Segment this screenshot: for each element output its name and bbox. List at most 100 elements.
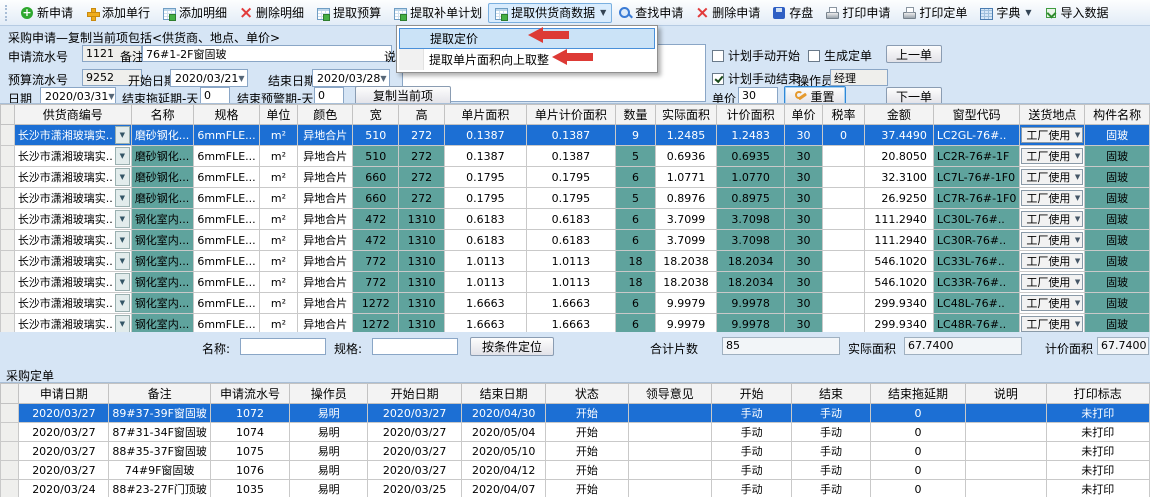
cell[interactable]: 6mmFLE...	[194, 272, 259, 293]
chevron-down-icon[interactable]: ▼	[115, 273, 130, 291]
column-header[interactable]: 构件名称	[1085, 105, 1150, 125]
cell[interactable]: 0.1795	[445, 167, 527, 188]
table-row[interactable]: 长沙市潇湘玻璃实..▼钢化室内...6mmFLE...m²异地合片4721310…	[1, 230, 1150, 251]
cell[interactable]: 0.1387	[526, 146, 615, 167]
table-row[interactable]: 长沙市潇湘玻璃实..▼钢化室内...6mmFLE...m²异地合片7721310…	[1, 251, 1150, 272]
chevron-down-icon[interactable]: ▼	[115, 147, 130, 165]
cell[interactable]: 固玻	[1085, 293, 1150, 314]
cell[interactable]: 钢化室内...	[131, 230, 194, 251]
row-indicator[interactable]	[1, 188, 15, 209]
toolbar-button-add-row[interactable]: 添加单行	[79, 3, 156, 23]
cell[interactable]: 0.1387	[445, 146, 527, 167]
toolbar-button-print-order[interactable]: 打印定单	[896, 3, 973, 23]
cell[interactable]: 6mmFLE...	[194, 209, 259, 230]
chevron-down-icon[interactable]: ▼	[600, 8, 606, 17]
cell[interactable]: 磨砂钢化...	[131, 167, 194, 188]
cell[interactable]: 0.1795	[526, 188, 615, 209]
cell[interactable]: 1.0771	[655, 167, 716, 188]
column-header[interactable]: 开始日期	[368, 384, 462, 404]
cell[interactable]: 546.1020	[864, 251, 933, 272]
column-header[interactable]: 税率	[822, 105, 864, 125]
row-indicator[interactable]	[1, 167, 15, 188]
cell[interactable]: 异地合片	[298, 209, 353, 230]
cell[interactable]	[822, 167, 864, 188]
cell[interactable]: 易明	[290, 442, 368, 461]
cell[interactable]: 手动	[792, 423, 870, 442]
column-header[interactable]: 备注	[109, 384, 211, 404]
column-header[interactable]: 供货商编号	[14, 105, 131, 125]
cell[interactable]: 0.6936	[655, 146, 716, 167]
cell[interactable]: 6mmFLE...	[194, 188, 259, 209]
cell[interactable]: 9.9978	[717, 293, 785, 314]
cell[interactable]: 长沙市潇湘玻璃实..▼	[14, 146, 131, 167]
cell[interactable]: 772	[353, 251, 399, 272]
cell[interactable]: 74#9F窗固玻	[109, 461, 211, 480]
row-indicator[interactable]	[1, 404, 19, 423]
cell[interactable]: LC48L-76#..	[933, 293, 1019, 314]
chevron-down-icon[interactable]: ▼	[1075, 173, 1080, 181]
toolbar-button-dictionary[interactable]: 字典▼	[973, 3, 1037, 23]
toolbar-button-extract-supplement-plan[interactable]: 提取补单计划	[387, 3, 488, 23]
column-header[interactable]: 申请流水号	[210, 384, 289, 404]
cell[interactable]: 手动	[711, 404, 791, 423]
cell[interactable]: 1.0113	[445, 251, 527, 272]
cell[interactable]: 异地合片	[298, 272, 353, 293]
cell[interactable]: 固玻	[1085, 167, 1150, 188]
cell[interactable]: 6mmFLE...	[194, 293, 259, 314]
column-header[interactable]: 申请日期	[19, 384, 109, 404]
cell[interactable]: m²	[259, 272, 298, 293]
delivery-combo[interactable]: 工厂使用▼	[1021, 211, 1083, 227]
delivery-combo[interactable]: 工厂使用▼	[1021, 253, 1083, 269]
table-row[interactable]: 2020/03/2788#35-37F窗固玻1075易明2020/03/2720…	[1, 442, 1150, 461]
row-indicator[interactable]	[1, 461, 19, 480]
cell[interactable]: 开始	[546, 404, 628, 423]
chevron-down-icon[interactable]: ▼	[238, 74, 244, 83]
cell[interactable]: 88#23-27F门顶玻	[109, 480, 211, 497]
cell[interactable]: 89#37-39F窗固玻	[109, 404, 211, 423]
cell[interactable]: 0.8975	[717, 188, 785, 209]
cell[interactable]: 272	[399, 125, 445, 146]
cell[interactable]: 88#35-37F窗固玻	[109, 442, 211, 461]
column-header[interactable]: 结束	[792, 384, 870, 404]
chevron-down-icon[interactable]: ▼	[1025, 8, 1031, 17]
cell[interactable]	[966, 423, 1046, 442]
cell[interactable]: 6mmFLE...	[194, 125, 259, 146]
cell[interactable]: 开始	[546, 442, 628, 461]
cell[interactable]: 1.0113	[526, 272, 615, 293]
cell[interactable]: 1072	[210, 404, 289, 423]
cell[interactable]	[966, 480, 1046, 497]
table-row[interactable]: 2020/03/2787#31-34F窗固玻1074易明2020/03/2720…	[1, 423, 1150, 442]
toolbar-button-delete-request[interactable]: 删除申请	[689, 3, 766, 23]
menu-item-extract-piece-area-roundup[interactable]: 提取单片面积向上取整	[399, 49, 655, 70]
cell[interactable]: 工厂使用▼	[1020, 209, 1085, 230]
cell[interactable]: 固玻	[1085, 188, 1150, 209]
cell[interactable]: 未打印	[1046, 423, 1149, 442]
cell[interactable]: 钢化室内...	[131, 293, 194, 314]
end-warn-field[interactable]	[314, 87, 344, 104]
delivery-combo[interactable]: 工厂使用▼	[1021, 190, 1083, 206]
cell[interactable]: 工厂使用▼	[1020, 167, 1085, 188]
chevron-down-icon[interactable]: ▼	[1075, 257, 1080, 265]
cell[interactable]: 手动	[711, 461, 791, 480]
toolbar-button-print-request[interactable]: 打印申请	[819, 3, 896, 23]
cell[interactable]: 固玻	[1085, 209, 1150, 230]
cell[interactable]: 0.6935	[717, 146, 785, 167]
cell[interactable]: 异地合片	[298, 293, 353, 314]
cell[interactable]: m²	[259, 209, 298, 230]
cell[interactable]: 1.2485	[655, 125, 716, 146]
column-header[interactable]: 说明	[966, 384, 1046, 404]
cell[interactable]: LC33L-76#..	[933, 251, 1019, 272]
cell[interactable]: 2020/03/25	[368, 480, 462, 497]
cell[interactable]: 工厂使用▼	[1020, 125, 1085, 146]
cell[interactable]: 272	[399, 188, 445, 209]
cell[interactable]: 2020/03/27	[19, 423, 109, 442]
cell[interactable]: 0.1387	[445, 125, 527, 146]
cell[interactable]: 0	[870, 404, 965, 423]
cell[interactable]: 磨砂钢化...	[131, 188, 194, 209]
column-header[interactable]: 名称	[131, 105, 194, 125]
cell[interactable]: 未打印	[1046, 442, 1149, 461]
column-header[interactable]: 打印标志	[1046, 384, 1149, 404]
table-row[interactable]: 长沙市潇湘玻璃实..▼磨砂钢化...6mmFLE...m²异地合片5102720…	[1, 125, 1150, 146]
menu-item-extract-pricing[interactable]: 提取定价	[399, 28, 655, 49]
cell[interactable]: 18.2038	[655, 251, 716, 272]
